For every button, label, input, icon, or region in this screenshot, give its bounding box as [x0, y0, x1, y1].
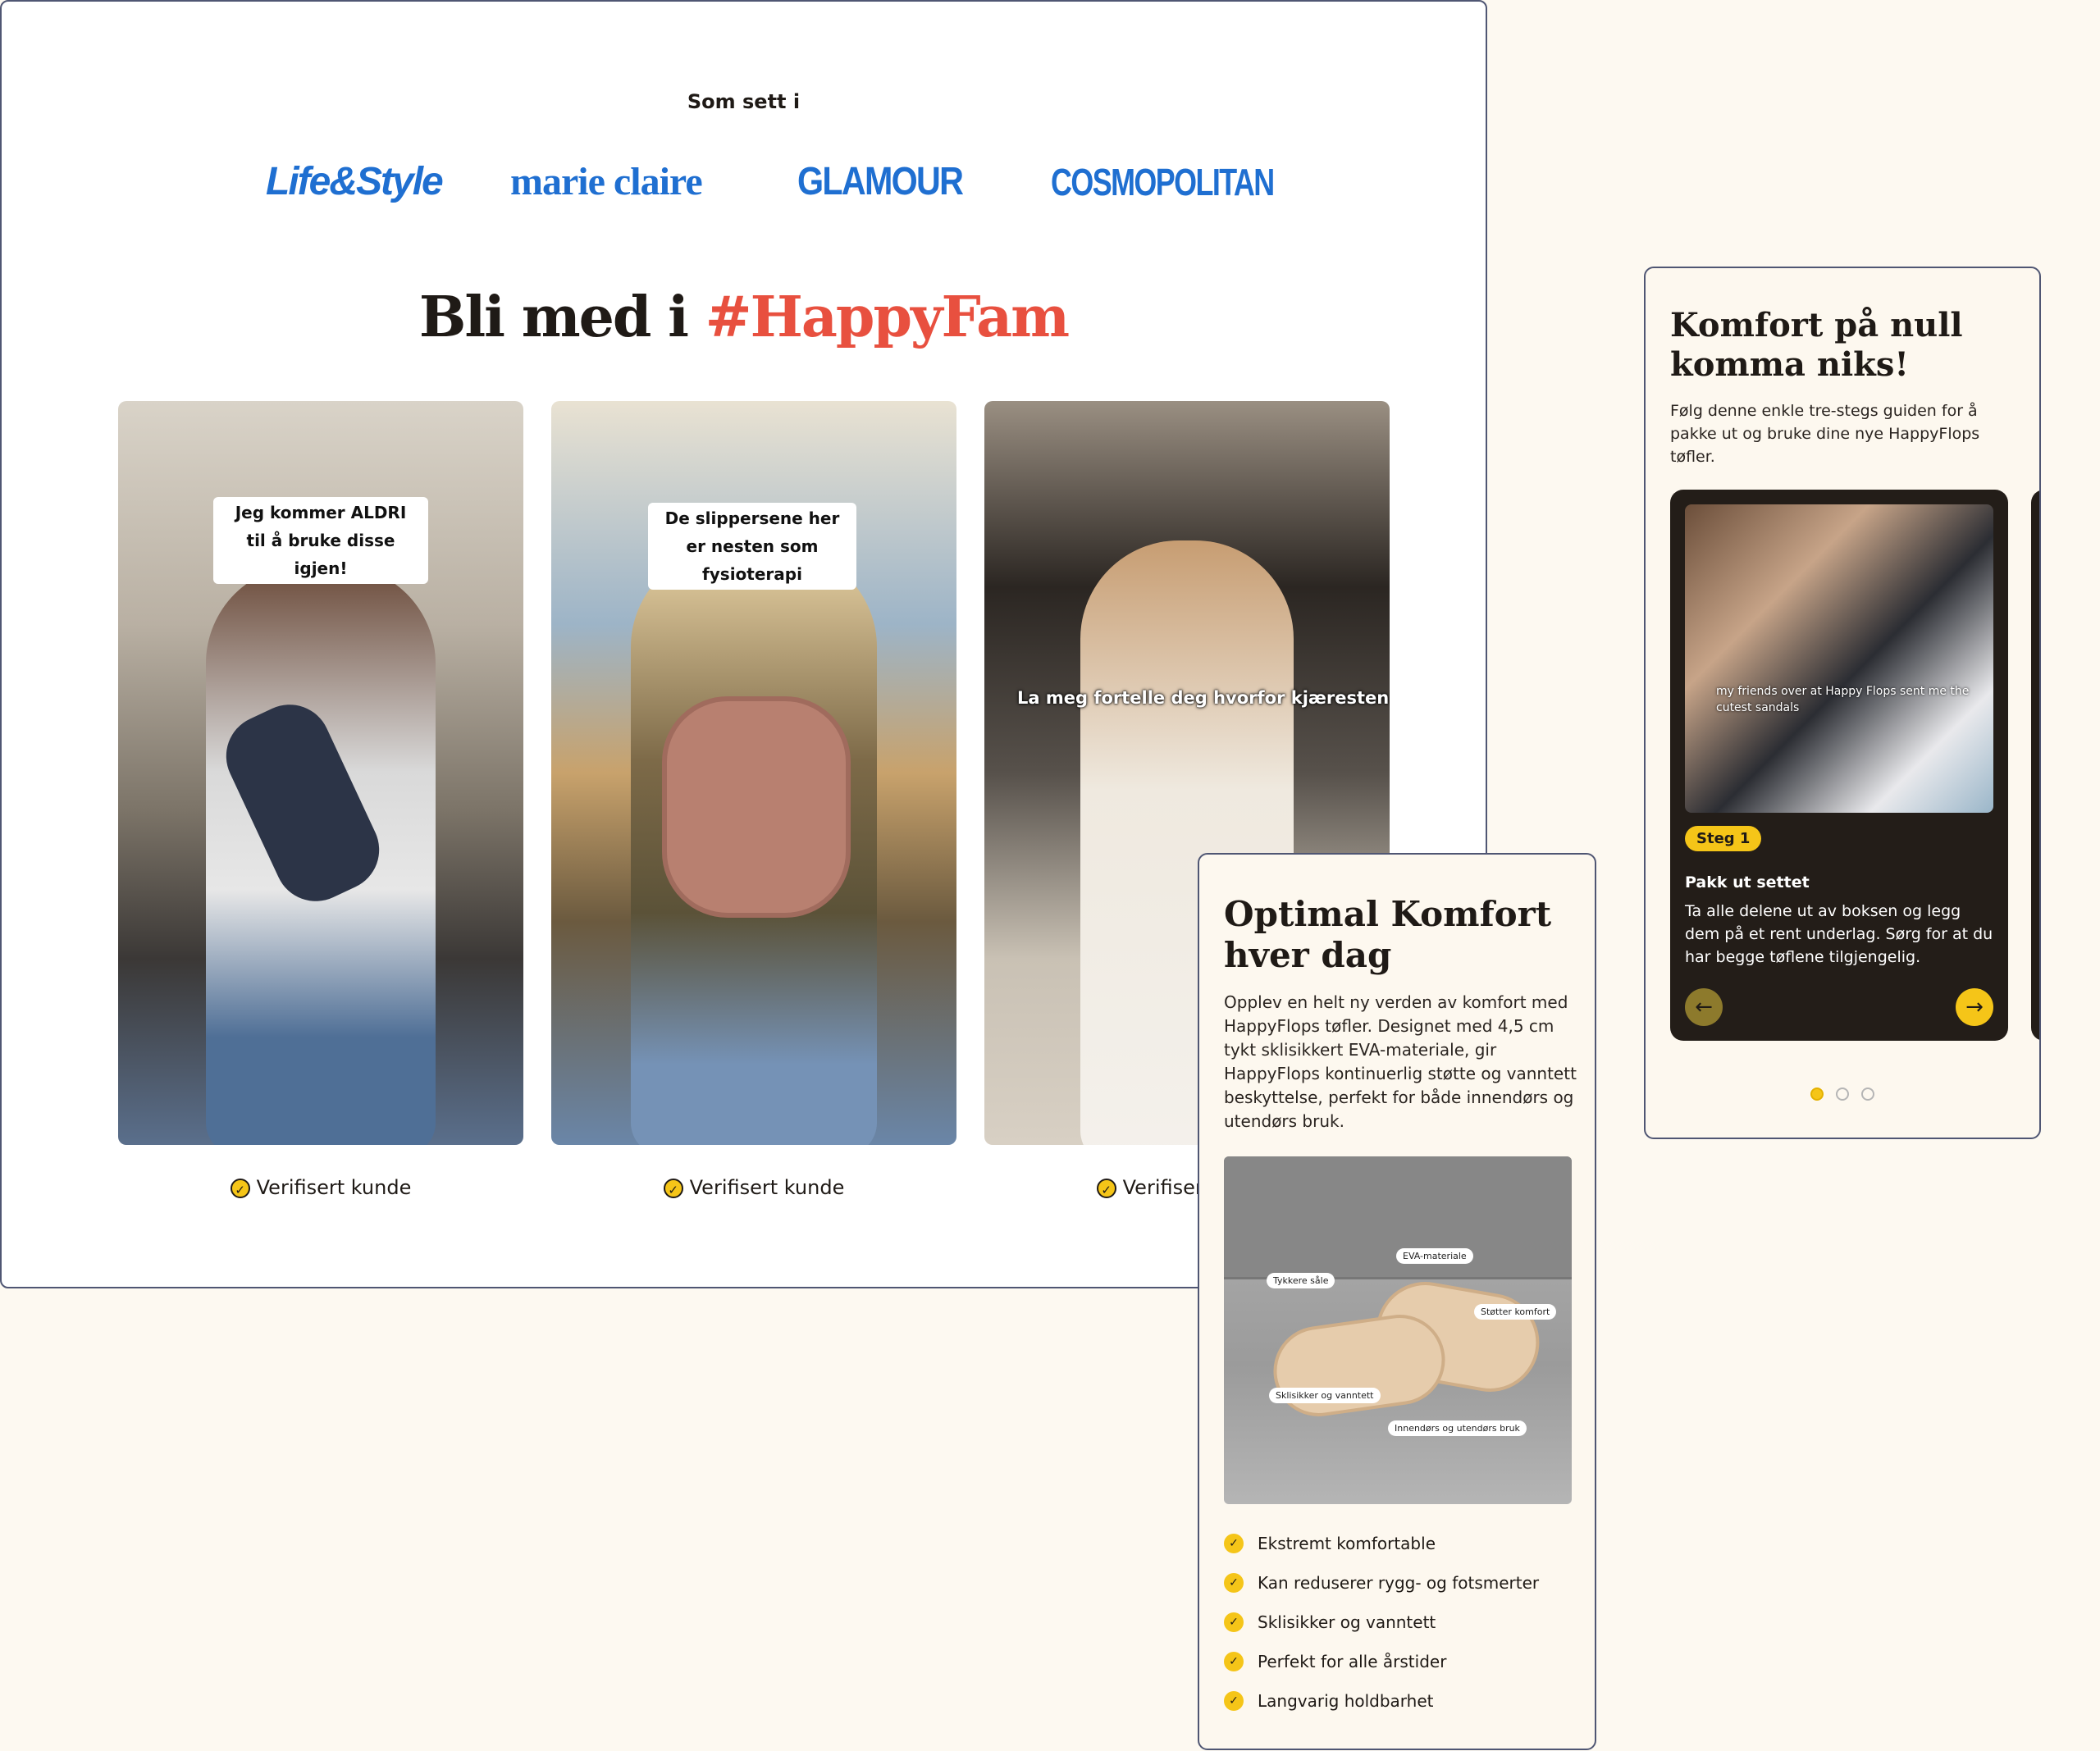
verified-check-icon: ✓ [663, 1179, 683, 1198]
check-icon: ✓ [1224, 1652, 1244, 1671]
ugc-video-2[interactable]: De slippersene her er nesten som fysiote… [551, 401, 956, 1145]
carousel-dots [1646, 1088, 2039, 1104]
verified-customer-2: ✓ Verifisert kunde [551, 1176, 956, 1199]
check-icon: ✓ [1224, 1573, 1244, 1593]
logo-marie-claire: marie claire [510, 160, 703, 203]
next-step-card-peek[interactable] [2031, 490, 2039, 1041]
check-icon: ✓ [1224, 1612, 1244, 1632]
comfort-description: Opplev en helt ny verden av komfort med … [1224, 992, 1577, 1131]
verified-customer-1: ✓ Verifisert kunde [118, 1176, 523, 1199]
check-icon: ✓ [1224, 1534, 1244, 1553]
arrow-left-icon[interactable]: ← [1685, 988, 1723, 1026]
step-text: Ta alle delene ut av boksen og legg dem … [1685, 902, 1993, 966]
video-caption: La meg fortelle deg hvorfor kjæresten [1017, 688, 1390, 708]
guide-description: Følg denne enkle tre-stegs guiden for å … [1670, 402, 1980, 466]
comfort-title: Optimal Komfort hver dag [1224, 894, 1552, 975]
comfort-mobile-card: Optimal Komfort hver dag Opplev en helt … [1198, 853, 1596, 1750]
press-label: Som sett i [687, 90, 801, 113]
carousel-dot-1[interactable] [1810, 1088, 1824, 1101]
step-title: Pakk ut settet [1685, 873, 1810, 891]
guide-mobile-card: Komfort på null komma niks! Følg denne e… [1644, 267, 2041, 1139]
product-image: Tykkere såle EVA-materiale Støtter komfo… [1224, 1156, 1572, 1504]
logo-glamour: GLAMOUR [797, 160, 964, 203]
feature-tag: EVA-materiale [1396, 1248, 1473, 1264]
check-icon: ✓ [1224, 1691, 1244, 1711]
arrow-right-icon[interactable]: → [1956, 988, 1993, 1026]
video-caption: Jeg kommer ALDRI til å bruke disse igjen… [213, 497, 428, 584]
feature-item: ✓ Sklisikker og vanntett [1224, 1603, 1539, 1642]
feature-tag: Innendørs og utendørs bruk [1388, 1420, 1527, 1436]
carousel-dot-3[interactable] [1861, 1088, 1875, 1101]
logo-lifestyle: Life&Style [266, 160, 444, 203]
feature-list: ✓ Ekstremt komfortable ✓ Kan reduserer ryg… [1224, 1524, 1539, 1721]
verified-check-icon: ✓ [1096, 1179, 1116, 1198]
feature-item: ✓ Ekstremt komfortable [1224, 1524, 1539, 1563]
step-video[interactable]: my friends over at Happy Flops sent me t… [1685, 504, 1993, 813]
feature-item: ✓ Kan reduserer rygg- og fotsmerter [1224, 1563, 1539, 1603]
feature-tag: Støtter komfort [1474, 1304, 1557, 1320]
headline-prefix: Bli med i [418, 285, 705, 350]
community-headline: Bli med i #HappyFam [2, 285, 1486, 350]
headline-hashtag: #HappyFam [705, 285, 1070, 350]
ugc-video-1[interactable]: Jeg kommer ALDRI til å bruke disse igjen… [118, 401, 523, 1145]
carousel-dot-2[interactable] [1836, 1088, 1849, 1101]
feature-item: ✓ Perfekt for alle årstider [1224, 1642, 1539, 1681]
feature-tag: Sklisikker og vanntett [1269, 1388, 1381, 1403]
feature-item: ✓ Langvarig holdbarhet [1224, 1681, 1539, 1721]
step-badge: Steg 1 [1685, 826, 1762, 851]
guide-title: Komfort på null komma niks! [1670, 306, 1963, 384]
slipper-left [1267, 1308, 1451, 1423]
feature-tag: Tykkere såle [1267, 1273, 1335, 1288]
verified-check-icon: ✓ [230, 1179, 250, 1198]
video-caption: De slippersene her er nesten som fysiote… [648, 503, 856, 590]
slipper-image [662, 696, 851, 918]
step-photo-caption: my friends over at Happy Flops sent me t… [1716, 685, 1970, 714]
logo-cosmopolitan: COSMOPOLITAN [1051, 161, 1275, 203]
step-card: my friends over at Happy Flops sent me t… [1670, 490, 2008, 1041]
